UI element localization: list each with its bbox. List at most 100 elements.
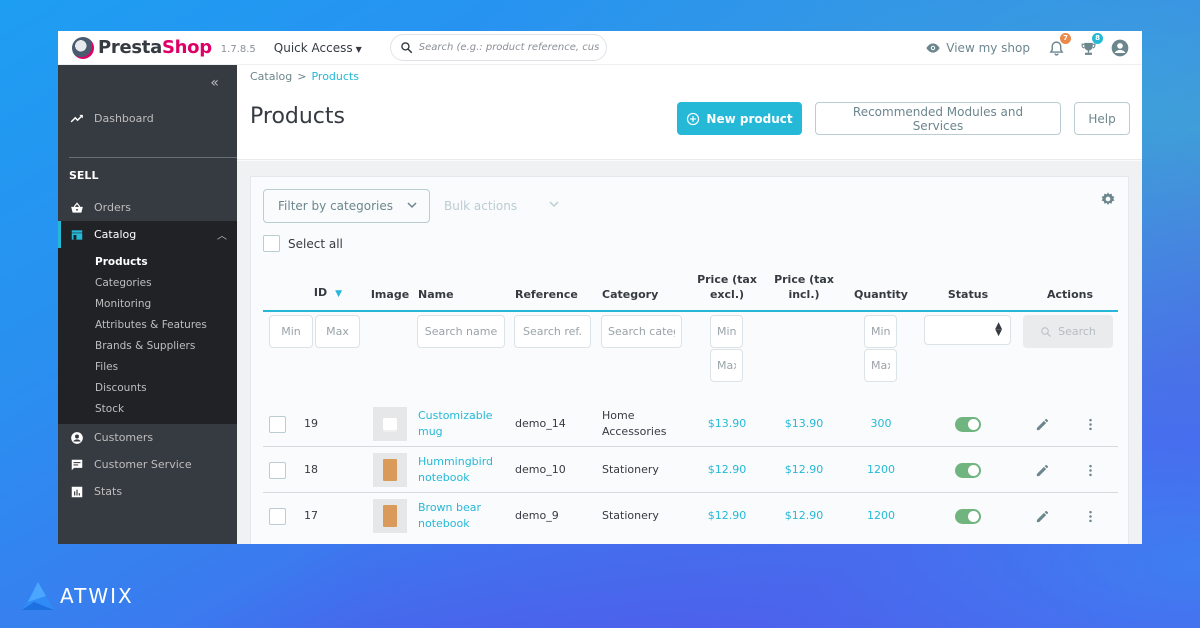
bulk-actions-dropdown[interactable]: Bulk actions — [444, 189, 559, 223]
header-search[interactable] — [389, 34, 607, 61]
cell-category: Home Accessories — [602, 409, 667, 438]
search-filter-button[interactable]: Search — [1023, 315, 1113, 348]
cell-name-link[interactable]: Hummingbird notebook — [418, 447, 493, 493]
cell-quantity[interactable]: 1200 — [848, 493, 914, 539]
page-header: Catalog > Products Products New product Re… — [237, 65, 1142, 160]
filter-row: ▲▼ Search — [263, 315, 1118, 395]
row-checkbox[interactable] — [269, 461, 286, 479]
cell-quantity[interactable]: 300 — [848, 401, 914, 447]
id-max-input[interactable] — [315, 315, 360, 348]
notebook-image — [383, 505, 397, 527]
new-product-button[interactable]: New product — [677, 102, 802, 135]
id-min-input[interactable] — [269, 315, 313, 348]
more-vertical-icon[interactable] — [1083, 463, 1098, 478]
prestashop-logo[interactable]: PrestaShop — [72, 36, 212, 59]
filter-by-categories-dropdown[interactable]: Filter by categories — [263, 189, 430, 223]
collapse-sidebar-button[interactable]: « — [210, 75, 219, 91]
submenu-item-brands-suppliers[interactable]: Brands & Suppliers — [58, 336, 237, 357]
reference-search-input[interactable] — [514, 315, 591, 348]
sidebar-item-catalog[interactable]: Catalog ︿ — [58, 221, 237, 248]
section-title-sell: SELL — [69, 169, 99, 182]
cell-reference: demo_14 — [515, 417, 566, 430]
cell-name-link[interactable]: Customizable mug — [418, 401, 493, 447]
product-thumbnail[interactable] — [373, 407, 407, 441]
breadcrumb-products[interactable]: Products — [311, 70, 359, 83]
atwix-wordmark: ATWIX — [60, 584, 134, 608]
cell-price-excl[interactable]: $13.90 — [695, 401, 759, 447]
more-vertical-icon[interactable] — [1083, 417, 1098, 432]
bar-chart-icon — [71, 486, 83, 497]
column-header-category: Category — [602, 288, 659, 301]
breadcrumb-separator: > — [297, 70, 307, 83]
category-search-input[interactable] — [601, 315, 682, 348]
table-header: ID ▼ Image Name Reference Category Price … — [263, 265, 1118, 312]
trending-up-icon — [70, 114, 83, 122]
sidebar-item-customer-service[interactable]: Customer Service — [58, 451, 237, 478]
price-max-input[interactable] — [710, 349, 743, 382]
logo-text-shop: Shop — [161, 37, 212, 58]
notifications-button[interactable]: 7 — [1046, 33, 1071, 58]
price-min-input[interactable] — [710, 315, 743, 348]
quantity-max-input[interactable] — [864, 349, 897, 382]
column-header-status: Status — [947, 288, 989, 301]
submenu-item-discounts[interactable]: Discounts — [58, 378, 237, 399]
cell-quantity[interactable]: 1200 — [848, 447, 914, 493]
status-toggle[interactable] — [955, 508, 981, 524]
sidebar-item-orders[interactable]: Orders — [58, 194, 237, 221]
sidebar-item-label: Customer Service — [94, 458, 192, 471]
edit-pencil-icon[interactable] — [1035, 417, 1050, 432]
gear-icon[interactable] — [1100, 191, 1116, 207]
store-icon — [71, 229, 83, 240]
cell-price-excl[interactable]: $12.90 — [695, 493, 759, 539]
chevron-down-icon — [549, 201, 559, 208]
status-toggle[interactable] — [955, 462, 981, 478]
achievements-badge: 8 — [1092, 33, 1103, 44]
view-my-shop-link[interactable]: View my shop — [925, 40, 1030, 56]
column-header-id[interactable]: ID ▼ — [303, 285, 353, 302]
submenu-item-categories[interactable]: Categories — [58, 273, 237, 294]
quantity-min-input[interactable] — [864, 315, 897, 348]
cell-id: 19 — [304, 417, 318, 430]
catalog-submenu: Products Categories Monitoring Attribute… — [58, 248, 237, 424]
help-button[interactable]: Help — [1074, 102, 1130, 135]
puffin-logo-icon — [72, 36, 94, 59]
cell-price-excl[interactable]: $12.90 — [695, 447, 759, 493]
recommended-modules-button[interactable]: Recommended Modules and Services — [815, 102, 1061, 135]
row-checkbox[interactable] — [269, 415, 286, 433]
cell-price-incl[interactable]: $13.90 — [772, 401, 836, 447]
submenu-item-monitoring[interactable]: Monitoring — [58, 294, 237, 315]
achievements-button[interactable]: 8 — [1078, 33, 1103, 58]
submenu-item-stock[interactable]: Stock — [58, 399, 237, 420]
submenu-item-files[interactable]: Files — [58, 357, 237, 378]
sidebar-item-stats[interactable]: Stats — [58, 478, 237, 505]
sidebar-item-customers[interactable]: Customers — [58, 424, 237, 451]
sidebar-item-dashboard[interactable]: Dashboard — [58, 105, 237, 132]
row-checkbox[interactable] — [269, 507, 286, 525]
submenu-item-products[interactable]: Products — [58, 252, 237, 273]
search-filter-label: Search — [1058, 325, 1096, 338]
select-all-checkbox[interactable]: Select all — [263, 235, 343, 252]
quick-access-dropdown[interactable]: Quick Access ▼ — [274, 41, 362, 55]
name-search-input[interactable] — [417, 315, 505, 348]
status-toggle[interactable] — [955, 416, 981, 432]
header-search-input[interactable] — [418, 42, 599, 53]
breadcrumb-catalog[interactable]: Catalog — [250, 70, 292, 83]
account-icon[interactable] — [1110, 38, 1130, 58]
caret-down-icon: ▼ — [355, 44, 362, 54]
new-product-label: New product — [706, 111, 793, 126]
more-vertical-icon[interactable] — [1083, 509, 1098, 524]
account-circle-icon — [71, 431, 83, 444]
checkbox[interactable] — [263, 235, 280, 252]
product-thumbnail[interactable] — [373, 453, 407, 487]
column-header-quantity: Quantity — [854, 288, 908, 301]
cell-price-incl[interactable]: $12.90 — [772, 493, 836, 539]
cell-price-incl[interactable]: $12.90 — [772, 447, 836, 493]
bulk-actions-label: Bulk actions — [444, 199, 518, 213]
cell-name-link[interactable]: Brown bear notebook — [418, 493, 481, 539]
edit-pencil-icon[interactable] — [1035, 463, 1050, 478]
status-select[interactable]: ▲ ▼ — [924, 315, 1011, 345]
product-thumbnail[interactable] — [373, 499, 407, 533]
submenu-item-attributes-features[interactable]: Attributes & Features — [58, 315, 237, 336]
edit-pencil-icon[interactable] — [1035, 509, 1050, 524]
column-header-name: Name — [418, 288, 454, 301]
